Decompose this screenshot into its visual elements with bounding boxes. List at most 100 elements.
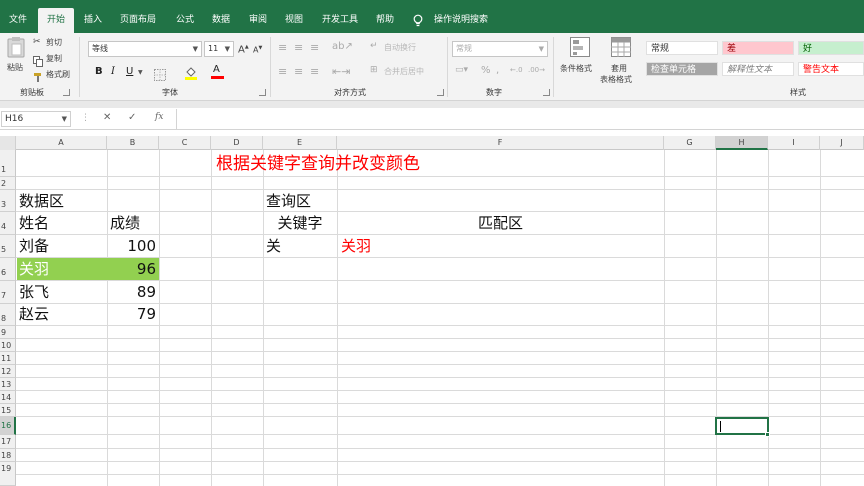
row-header-4[interactable]: 4	[0, 212, 16, 235]
format-painter-button[interactable]: 格式刷	[33, 68, 73, 82]
tab-formulas[interactable]: 公式	[176, 8, 194, 33]
query-area-label[interactable]: 查询区	[266, 190, 311, 212]
align-left-icon[interactable]: ≡	[278, 65, 287, 78]
keyword-header[interactable]: 关键字	[263, 212, 337, 234]
format-as-table-button[interactable]: 套用 表格格式	[600, 37, 642, 85]
row-header-18[interactable]: 18	[0, 449, 16, 462]
tab-help[interactable]: 帮助	[376, 8, 394, 33]
record-score[interactable]: 96	[107, 258, 156, 280]
active-cell-selection[interactable]	[715, 417, 769, 435]
currency-icon[interactable]: ▭▾	[455, 65, 468, 75]
record-name[interactable]: 刘备	[19, 235, 49, 257]
row-header-13[interactable]: 13	[0, 378, 16, 391]
column-header-g[interactable]: G	[664, 136, 716, 150]
tab-insert[interactable]: 插入	[84, 8, 102, 33]
match-result-cell[interactable]: 关羽	[341, 235, 371, 257]
tab-home[interactable]: 开始	[38, 8, 74, 33]
tab-view[interactable]: 视图	[285, 8, 303, 33]
clipboard-dialog-launcher[interactable]	[63, 89, 70, 96]
insert-function-icon[interactable]: fx	[155, 112, 163, 122]
number-dialog-launcher[interactable]	[543, 89, 550, 96]
column-header-a[interactable]: A	[16, 136, 107, 150]
tab-page-layout[interactable]: 页面布局	[120, 8, 156, 33]
conditional-format-button[interactable]: 条件格式	[560, 37, 600, 85]
style-normal[interactable]: 常规	[646, 41, 718, 55]
column-header-c[interactable]: C	[159, 136, 211, 150]
merge-center-button[interactable]: ⊞ 合并后居中	[370, 65, 442, 77]
wrap-text-button[interactable]: ↵ 自动换行	[370, 41, 430, 53]
row-header-7[interactable]: 7	[0, 281, 16, 304]
tab-developer[interactable]: 开发工具	[322, 8, 358, 33]
orientation-icon[interactable]: ab↗	[332, 41, 353, 52]
style-check-cell[interactable]: 检查单元格	[646, 62, 718, 76]
percent-icon[interactable]: %	[481, 65, 491, 76]
column-header-f[interactable]: F	[337, 136, 664, 150]
row-header-6[interactable]: 6	[0, 258, 16, 281]
align-top-icon[interactable]: ≡	[278, 41, 287, 54]
record-name[interactable]: 赵云	[19, 303, 49, 325]
enter-icon[interactable]: ✓	[128, 112, 136, 123]
style-warning-text[interactable]: 警告文本	[798, 62, 864, 76]
match-header[interactable]: 匹配区	[337, 212, 664, 234]
row-header-12[interactable]: 12	[0, 365, 16, 378]
column-header-d[interactable]: D	[211, 136, 263, 150]
fill-color-icon[interactable]	[184, 65, 198, 84]
style-explanatory-text[interactable]: 解释性文本	[722, 62, 794, 76]
row-header-1[interactable]: 1	[0, 150, 16, 177]
alignment-dialog-launcher[interactable]	[437, 89, 444, 96]
fill-handle[interactable]	[765, 432, 770, 437]
row-header-11[interactable]: 11	[0, 352, 16, 365]
select-all-corner[interactable]	[0, 136, 16, 150]
row-header-5[interactable]: 5	[0, 235, 16, 258]
row-header-15[interactable]: 15	[0, 404, 16, 417]
copy-button[interactable]: 复制	[33, 52, 73, 67]
column-header-i[interactable]: I	[768, 136, 820, 150]
row-header-8[interactable]: 8	[0, 304, 16, 326]
tab-review[interactable]: 审阅	[249, 8, 267, 33]
row-header-14[interactable]: 14	[0, 391, 16, 404]
paste-button[interactable]: 粘贴	[5, 36, 27, 82]
increase-decimal-icon[interactable]: ←.0	[510, 66, 523, 74]
cancel-icon[interactable]: ✕	[103, 112, 111, 123]
comma-icon[interactable]: ,	[496, 65, 499, 76]
indent-icon[interactable]: ⇤⇥	[332, 65, 350, 78]
align-bottom-icon[interactable]: ≡	[310, 41, 319, 54]
align-middle-icon[interactable]: ≡	[294, 41, 303, 54]
tab-file[interactable]: 文件	[7, 8, 29, 33]
row-header-9[interactable]: 9	[0, 326, 16, 339]
header-score[interactable]: 成绩	[110, 212, 140, 234]
increase-font-icon[interactable]: A▲	[238, 44, 249, 55]
style-good[interactable]: 好	[798, 41, 864, 55]
row-header-16[interactable]: 16	[0, 417, 16, 435]
record-name[interactable]: 关羽	[19, 258, 49, 280]
record-score[interactable]: 79	[107, 303, 156, 325]
row-header-17[interactable]: 17	[0, 435, 16, 449]
column-header-h[interactable]: H	[716, 136, 768, 150]
record-score[interactable]: 89	[107, 281, 156, 303]
align-right-icon[interactable]: ≡	[310, 65, 319, 78]
borders-icon[interactable]	[154, 66, 166, 85]
italic-button[interactable]: I	[111, 66, 115, 77]
column-header-b[interactable]: B	[107, 136, 159, 150]
underline-dropdown-icon[interactable]: ▼	[138, 69, 143, 76]
row-header-2[interactable]: 2	[0, 177, 16, 190]
keyword-input-cell[interactable]: 关	[266, 235, 281, 257]
cut-button[interactable]: ✂ 剪切	[33, 36, 73, 48]
row-header-19[interactable]: 19	[0, 462, 16, 486]
bold-button[interactable]: B	[95, 66, 103, 77]
font-color-button[interactable]: A	[211, 63, 225, 79]
font-size-select[interactable]: 11 ▼	[204, 41, 234, 57]
record-score[interactable]: 100	[107, 235, 156, 257]
decrease-decimal-icon[interactable]: .00→	[528, 66, 545, 74]
column-header-j[interactable]: J	[820, 136, 864, 150]
style-bad[interactable]: 差	[722, 41, 794, 55]
column-header-e[interactable]: E	[263, 136, 337, 150]
sheet-title[interactable]: 根据关键字查询并改变颜色	[216, 152, 420, 176]
underline-button[interactable]: U	[126, 66, 133, 77]
align-center-icon[interactable]: ≡	[294, 65, 303, 78]
data-area-label[interactable]: 数据区	[19, 190, 64, 212]
row-header-3[interactable]: 3	[0, 190, 16, 212]
tab-data[interactable]: 数据	[212, 8, 230, 33]
font-name-select[interactable]: 等线 ▼	[88, 41, 202, 57]
font-dialog-launcher[interactable]	[259, 89, 266, 96]
